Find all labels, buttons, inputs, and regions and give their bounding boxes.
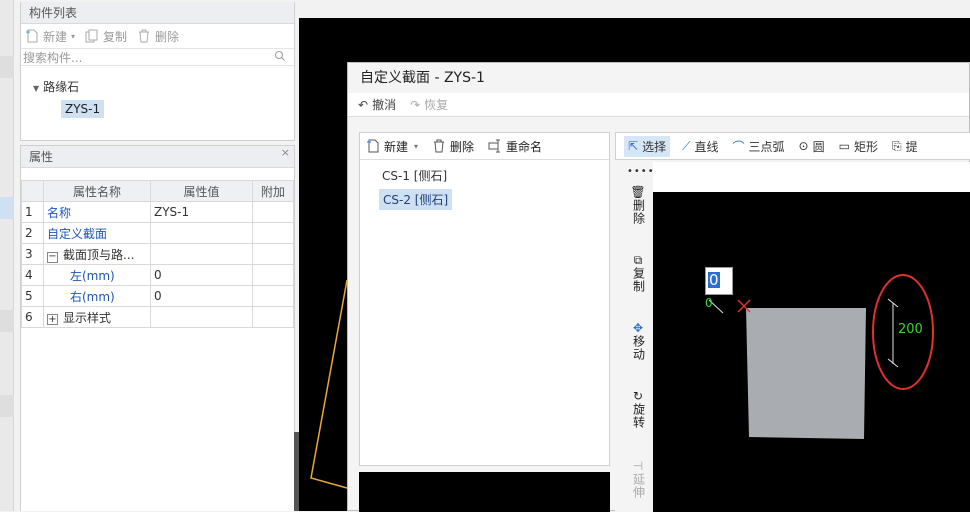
search-input[interactable]: 搜索构件... bbox=[21, 48, 294, 66]
side-toolbar: ••••• 🗑 删除 ⧉ 复制 ✥ 移动 ↻ 旋转 ⊣ 延伸 bbox=[615, 162, 661, 512]
rotate-icon: ↻ bbox=[632, 389, 644, 403]
custom-section-dialog: 自定义截面 - ZYS-1 ↶ 撤消 ↷ 恢复 新建 ▾ 删除 重命名 CS-1 [侧… bbox=[347, 62, 970, 512]
tree-parent[interactable]: ▼ 路缘石 bbox=[33, 78, 79, 95]
search-icon[interactable] bbox=[274, 50, 288, 64]
dropdown-arrow-icon[interactable]: ▾ bbox=[71, 32, 75, 41]
copy-tool[interactable]: ⧉ 复制 bbox=[625, 253, 651, 294]
tree-child-selected[interactable]: ZYS-1 bbox=[61, 100, 105, 118]
redo-icon: ↷ bbox=[410, 97, 421, 112]
canvas-top-strip bbox=[653, 162, 970, 192]
undo-icon: ↶ bbox=[358, 97, 369, 112]
draw-toolbar: ⇱ 选择 ⟋ 直线 ⌒ 三点弧 ⊙ 圆 ▭ 矩形 ⎘ 提 bbox=[615, 132, 970, 160]
extend-tool[interactable]: ⊣ 延伸 bbox=[625, 459, 651, 500]
cursor-icon: ⇱ bbox=[628, 139, 639, 153]
rename-icon bbox=[488, 139, 502, 153]
table-row[interactable]: 5 右(mm) 0 bbox=[21, 285, 294, 307]
close-icon[interactable]: × bbox=[281, 142, 290, 164]
move-tool[interactable]: ✥ 移动 bbox=[625, 321, 651, 362]
section-rename-button[interactable]: 重命名 bbox=[488, 138, 542, 155]
circle-tool[interactable]: ⊙ 圆 bbox=[799, 138, 825, 155]
coord-label: 0 bbox=[705, 296, 713, 310]
component-list-panel: 构件列表 新建 ▾ 复制 删除 搜索构件... ▼ 路缘石 ZYS-1 bbox=[20, 2, 295, 141]
dimension-label: 200 bbox=[898, 322, 923, 337]
component-toolbar: 新建 ▾ 复制 删除 bbox=[21, 24, 294, 48]
copy-icon bbox=[85, 29, 99, 43]
delete-button[interactable]: 删除 bbox=[137, 28, 179, 45]
new-file-icon bbox=[25, 29, 39, 43]
strip-item-selected[interactable] bbox=[0, 197, 14, 219]
table-row[interactable]: 6 + 显示样式 bbox=[21, 306, 294, 328]
left-strip bbox=[0, 0, 14, 511]
redo-button[interactable]: ↷ 恢复 bbox=[410, 96, 448, 113]
dropdown-arrow-icon[interactable]: ▾ bbox=[414, 142, 418, 151]
line-icon: ⟋ bbox=[682, 138, 691, 153]
expand-plus-icon[interactable]: + bbox=[47, 313, 58, 325]
collapse-icon[interactable]: − bbox=[47, 251, 58, 263]
header-value: 属性值 bbox=[150, 180, 253, 202]
properties-header: 属性 × bbox=[21, 146, 294, 168]
rectangle-icon: ▭ bbox=[838, 139, 850, 153]
strip-item[interactable] bbox=[0, 310, 14, 332]
new-button[interactable]: 新建 ▾ bbox=[25, 28, 75, 45]
strip-item[interactable] bbox=[0, 56, 14, 78]
trash-icon bbox=[432, 139, 446, 153]
circle-icon: ⊙ bbox=[798, 139, 809, 153]
component-list-title: 构件列表 bbox=[21, 2, 294, 24]
header-extra: 附加 bbox=[252, 180, 294, 202]
delete-tool[interactable]: 🗑 删除 bbox=[625, 185, 651, 226]
dialog-title: 自定义截面 - ZYS-1 bbox=[348, 63, 969, 89]
arc-icon: ⌒ bbox=[732, 139, 745, 154]
section-list-panel: 新建 ▾ 删除 重命名 CS-1 [侧石] CS-2 [侧石] bbox=[359, 132, 610, 466]
drawing-shapes bbox=[708, 274, 934, 439]
section-shape bbox=[746, 308, 866, 439]
preview-area bbox=[359, 472, 610, 512]
length-input[interactable]: 0 bbox=[705, 267, 733, 295]
drawing-canvas[interactable]: 0 0 200 bbox=[653, 192, 970, 512]
dialog-toolbar: ↶ 撤消 ↷ 恢复 bbox=[348, 93, 969, 117]
trash-icon bbox=[137, 29, 151, 43]
extend-icon: ⊣ bbox=[632, 459, 644, 473]
section-list-toolbar: 新建 ▾ 删除 重命名 bbox=[360, 133, 609, 160]
strip-item[interactable] bbox=[0, 395, 14, 417]
expand-icon[interactable]: ▼ bbox=[33, 84, 39, 93]
table-row[interactable]: 1 名称 ZYS-1 bbox=[21, 201, 294, 223]
table-row[interactable]: 3 − 截面顶与路... bbox=[21, 243, 294, 265]
copy-icon: ⧉ bbox=[633, 253, 643, 267]
table-row[interactable]: 2 自定义截面 bbox=[21, 222, 294, 244]
table-row[interactable]: 4 左(mm) 0 bbox=[21, 264, 294, 286]
properties-panel: 属性 × 属性名称 属性值 附加 1 名称 ZYS-1 2 自定义截面 3 − 截… bbox=[20, 145, 295, 511]
rect-tool[interactable]: ▭ 矩形 bbox=[839, 138, 878, 155]
line-tool[interactable]: ⟋ 直线 bbox=[682, 138, 718, 155]
more-tool[interactable]: ⎘ 提 bbox=[892, 138, 918, 155]
section-new-button[interactable]: 新建 ▾ bbox=[366, 138, 418, 155]
move-icon: ✥ bbox=[632, 321, 644, 335]
section-delete-button[interactable]: 删除 bbox=[432, 138, 474, 155]
select-tool[interactable]: ⇱ 选择 bbox=[624, 135, 671, 157]
header-name: 属性名称 bbox=[43, 180, 151, 202]
copy-button[interactable]: 复制 bbox=[85, 28, 127, 45]
new-file-icon bbox=[366, 139, 380, 153]
splitter[interactable] bbox=[294, 432, 299, 511]
arc-tool[interactable]: ⌒ 三点弧 bbox=[733, 138, 785, 155]
trash-icon: 🗑 bbox=[630, 185, 646, 199]
rotate-tool[interactable]: ↻ 旋转 bbox=[625, 389, 651, 430]
undo-button[interactable]: ↶ 撤消 bbox=[358, 96, 396, 113]
list-item-selected[interactable]: CS-2 [侧石] bbox=[379, 189, 453, 210]
list-item[interactable]: CS-1 [侧石] bbox=[382, 167, 447, 184]
properties-table: 属性名称 属性值 附加 1 名称 ZYS-1 2 自定义截面 3 − 截面顶与路.… bbox=[21, 180, 294, 328]
properties-title: 属性 bbox=[29, 150, 54, 164]
import-icon: ⎘ bbox=[891, 138, 902, 153]
